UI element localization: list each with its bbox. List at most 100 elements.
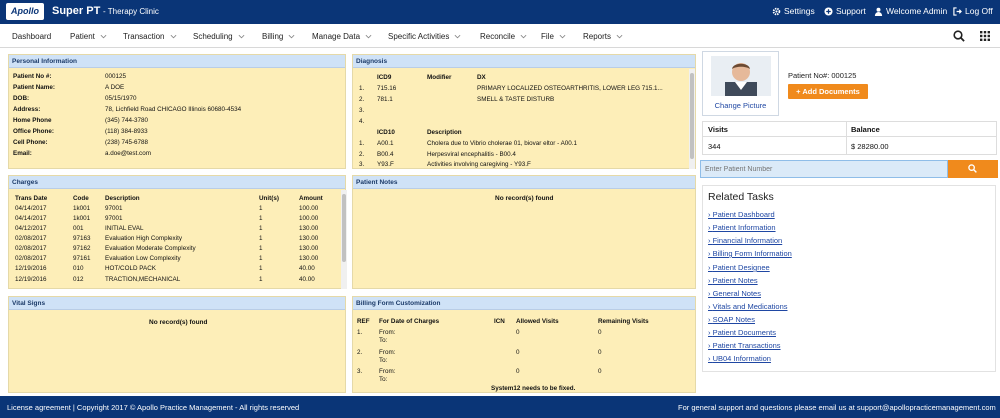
charge-description: 97001 (105, 205, 123, 212)
scrollbar-thumb[interactable] (342, 194, 346, 262)
charge-code: 010 (73, 265, 84, 272)
task-billing-form-information[interactable]: › Billing Form Information (708, 249, 792, 258)
patient-search-button[interactable] (948, 160, 998, 178)
patient-photo (711, 56, 771, 96)
chevron-down-icon (365, 34, 372, 39)
task-label: Patient Designee (712, 263, 770, 272)
charges-scrollbar[interactable] (341, 190, 347, 289)
chevron-down-icon (454, 34, 461, 39)
column-header: ICD10 (377, 129, 395, 136)
nav-transaction[interactable]: Transaction (123, 32, 177, 41)
trans-date: 02/08/2017 (15, 245, 47, 252)
row-number: 3. (359, 107, 365, 114)
charge-code: 1k001 (73, 205, 91, 212)
change-picture-link[interactable]: Change Picture (703, 101, 778, 110)
charges-panel: Charges Trans Date Code Description Unit… (8, 175, 347, 289)
task-patient-dashboard[interactable]: › Patient Dashboard (708, 210, 775, 219)
row-number: 4. (359, 118, 365, 125)
add-documents-button[interactable]: + Add Documents (788, 84, 868, 99)
nav-reports[interactable]: Reports (583, 32, 623, 41)
charge-units: 1 (259, 276, 263, 283)
row-number: 2. (359, 96, 365, 103)
task-soap-notes[interactable]: › SOAP Notes (708, 315, 755, 324)
nav-file[interactable]: File (541, 32, 566, 41)
visits-label: Visits (708, 125, 728, 134)
charge-description: TRACTION,MECHANICAL (105, 276, 181, 283)
plus-circle-icon (824, 6, 833, 16)
main-navigation: Dashboard Patient Transaction Scheduling… (0, 24, 1000, 48)
allowed-visits: 0 (516, 368, 520, 375)
trans-date: 04/14/2017 (15, 215, 47, 222)
charge-code: 97163 (73, 235, 91, 242)
scrollbar-thumb[interactable] (690, 73, 694, 159)
task-general-notes[interactable]: › General Notes (708, 289, 761, 298)
patient-name-value: A DOE (105, 84, 125, 91)
charge-units: 1 (259, 265, 263, 272)
task-ub04-information[interactable]: › UB04 Information (708, 354, 771, 363)
charge-amount: 130.00 (299, 245, 319, 252)
to-label: To: (379, 376, 388, 383)
chevron-down-icon (100, 34, 107, 39)
patient-search (700, 160, 998, 178)
column-header: Description (427, 129, 462, 136)
charge-amount: 40.00 (299, 265, 315, 272)
balance-label: Balance (851, 125, 880, 134)
task-patient-notes[interactable]: › Patient Notes (708, 276, 758, 285)
search-icon (968, 164, 977, 173)
task-label: Patient Information (712, 223, 776, 232)
charge-amount: 130.00 (299, 255, 319, 262)
charge-units: 1 (259, 235, 263, 242)
from-label: From: (379, 349, 396, 356)
charge-units: 1 (259, 255, 263, 262)
nav-dashboard[interactable]: Dashboard (12, 32, 51, 41)
task-patient-designee[interactable]: › Patient Designee (708, 263, 770, 272)
patient-number-input[interactable] (700, 160, 948, 178)
task-vitals-and-medications[interactable]: › Vitals and Medications (708, 302, 788, 311)
footer-copyright: License agreement | Copyright 2017 © Apo… (7, 403, 300, 412)
patient-number-label: Patient No#: 000125 (788, 71, 857, 80)
support-link[interactable]: Support (824, 6, 866, 16)
from-label: From: (379, 329, 396, 336)
icd10-code: Y93.F (377, 161, 394, 168)
diagnosis-scrollbar[interactable] (689, 69, 695, 169)
charge-description: 97001 (105, 215, 123, 222)
charge-description: HOT/COLD PACK (105, 265, 156, 272)
task-patient-transactions[interactable]: › Patient Transactions (708, 341, 781, 350)
nav-manage-data[interactable]: Manage Data (312, 32, 372, 41)
nav-patient[interactable]: Patient (70, 32, 107, 41)
task-label: Billing Form Information (712, 249, 792, 258)
nav-scheduling[interactable]: Scheduling (193, 32, 245, 41)
log-off-link[interactable]: Log Off (953, 6, 993, 16)
column-header: REF (357, 318, 370, 325)
nav-billing[interactable]: Billing (262, 32, 295, 41)
task-financial-information[interactable]: › Financial Information (708, 236, 782, 245)
chevron-down-icon (616, 34, 623, 39)
task-patient-information[interactable]: › Patient Information (708, 223, 776, 232)
welcome-user[interactable]: Welcome Admin (874, 6, 947, 16)
apollo-logo: Apollo (6, 3, 44, 20)
column-header: Trans Date (15, 195, 48, 202)
top-bar: Apollo Super PT - Therapy Clinic Setting… (0, 0, 1000, 24)
nav-label: Reconcile (480, 32, 516, 41)
column-header: Remaining Visits (598, 318, 649, 325)
charge-description: Evaluation Low Complexity (105, 255, 181, 262)
icd10-code: B00.4 (377, 151, 394, 158)
office-phone-value: (118) 384-8933 (105, 128, 148, 135)
task-label: Patient Documents (712, 328, 776, 337)
task-label: Patient Notes (712, 276, 758, 285)
support-label: Support (836, 6, 866, 16)
task-patient-documents[interactable]: › Patient Documents (708, 328, 776, 337)
nav-reconcile[interactable]: Reconcile (480, 32, 527, 41)
nav-label: Patient (70, 32, 95, 41)
field-label: Patient Name: (13, 84, 55, 91)
search-icon[interactable] (953, 30, 965, 42)
dx-description: PRIMARY LOCALIZED OSTEOARTHRITIS, LOWER … (477, 85, 663, 92)
row-number: 1. (359, 85, 365, 92)
charge-amount: 100.00 (299, 205, 319, 212)
grid-icon[interactable] (980, 31, 990, 41)
nav-specific-activities[interactable]: Specific Activities (388, 32, 461, 41)
settings-link[interactable]: Settings (772, 6, 815, 16)
personal-information-panel: Personal Information Patient No #: 00012… (8, 54, 346, 169)
panel-title: Billing Form Customization (353, 297, 695, 310)
from-label: From: (379, 368, 396, 375)
